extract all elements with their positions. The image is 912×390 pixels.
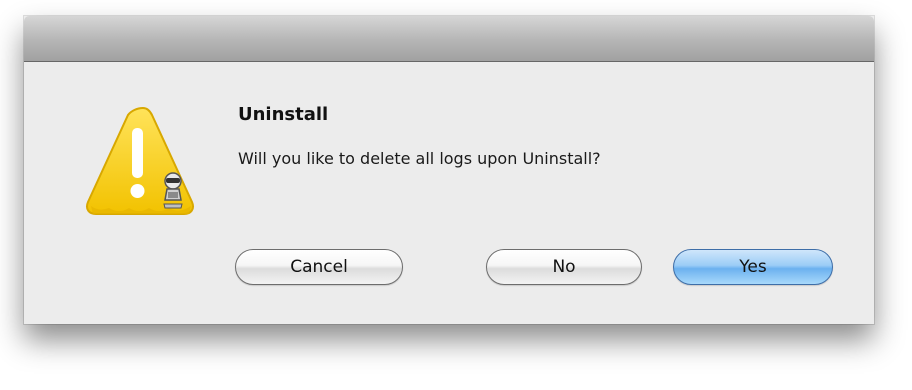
alert-dialog: Uninstall Will you like to delete all lo… bbox=[24, 16, 874, 324]
no-button[interactable]: No bbox=[486, 249, 642, 285]
dialog-title: Uninstall bbox=[238, 104, 329, 125]
dialog-title-bar[interactable] bbox=[24, 16, 874, 62]
caution-icon bbox=[79, 102, 199, 220]
dialog-message: Will you like to delete all logs upon Un… bbox=[238, 149, 601, 168]
cancel-button[interactable]: Cancel bbox=[235, 249, 403, 285]
cancel-button-label: Cancel bbox=[290, 257, 348, 277]
yes-button[interactable]: Yes bbox=[673, 249, 833, 285]
no-button-label: No bbox=[552, 257, 576, 277]
yes-button-label: Yes bbox=[739, 257, 767, 277]
screen: Uninstall Will you like to delete all lo… bbox=[0, 0, 912, 390]
